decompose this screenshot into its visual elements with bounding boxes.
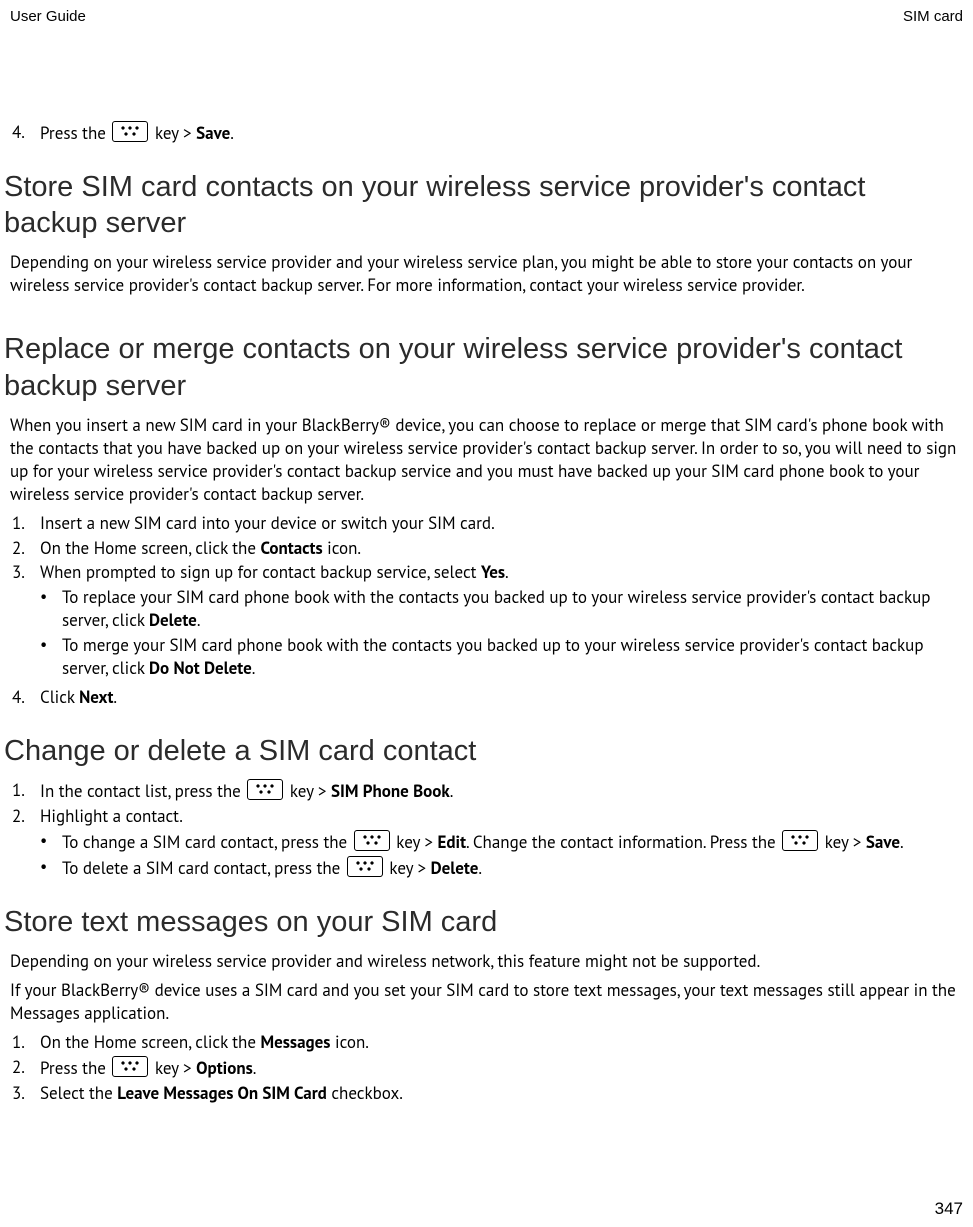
bullet-icon: • [40,830,62,852]
section-heading-store-contacts: Store SIM card contacts on your wireless… [4,169,963,242]
step-text: In the contact list, press the key > SIM… [40,779,963,803]
step-text: When prompted to sign up for contact bac… [40,561,963,584]
step-number: 1. [10,779,40,802]
step-number: 4. [10,121,40,144]
list-item: • To delete a SIM card contact, press th… [40,856,963,880]
header-right: SIM card [903,8,963,25]
list-item: • To replace your SIM card phone book wi… [40,586,963,632]
list-item: 2. Highlight a contact. [10,805,963,828]
bullet-icon: • [40,856,62,878]
section-heading-change-delete: Change or delete a SIM card contact [4,733,963,769]
step-text: On the Home screen, click the Contacts i… [40,537,963,560]
step-text: On the Home screen, click the Messages i… [40,1031,963,1054]
page-number: 347 [935,1199,963,1219]
step-number: 2. [10,537,40,560]
list-item: 1. In the contact list, press the key > … [10,779,963,803]
paragraph: When you insert a new SIM card in your B… [10,414,963,506]
steps-list: 1. Insert a new SIM card into your devic… [10,512,963,585]
menu-key-icon [112,1056,148,1077]
page-header: User Guide SIM card [10,8,963,25]
menu-key-icon [112,121,148,142]
list-item: 4. Click Next. [10,686,963,709]
list-item: 3. Select the Leave Messages On SIM Card… [10,1082,963,1105]
page: User Guide SIM card 4. Press the key > S… [0,0,973,1227]
step-text: Insert a new SIM card into your device o… [40,512,963,535]
bullet-icon: • [40,634,62,656]
step-text: Press the key > Save. [40,121,963,145]
sub-bullet-list: • To change a SIM card contact, press th… [40,830,963,880]
menu-key-icon [782,830,818,851]
step-number: 3. [10,1082,40,1105]
bullet-text: To change a SIM card contact, press the … [62,830,963,854]
step-text: Click Next. [40,686,963,709]
bullet-text: To merge your SIM card phone book with t… [62,634,963,680]
paragraph: Depending on your wireless service provi… [10,950,963,973]
section-heading-replace-merge: Replace or merge contacts on your wirele… [4,331,963,404]
bullet-text: To delete a SIM card contact, press the … [62,856,963,880]
menu-key-icon [354,830,390,851]
header-left: User Guide [10,8,86,25]
paragraph: Depending on your wireless service provi… [10,251,963,297]
bullet-text: To replace your SIM card phone book with… [62,586,963,632]
steps-list: 1. On the Home screen, click the Message… [10,1031,963,1105]
menu-key-icon [247,779,283,800]
step-number: 2. [10,1056,40,1079]
step-number: 1. [10,1031,40,1054]
step-number: 4. [10,686,40,709]
list-item: 2. On the Home screen, click the Contact… [10,537,963,560]
list-item: 1. Insert a new SIM card into your devic… [10,512,963,535]
step-number: 2. [10,805,40,828]
list-item: 4. Press the key > Save. [10,121,963,145]
step-number: 3. [10,561,40,584]
page-body: 4. Press the key > Save. Store SIM card … [10,121,963,1105]
list-item: 2. Press the key > Options. [10,1056,963,1080]
menu-key-icon [347,856,383,877]
step-text: Highlight a contact. [40,805,963,828]
step-number: 1. [10,512,40,535]
list-item: • To change a SIM card contact, press th… [40,830,963,854]
list-item: • To merge your SIM card phone book with… [40,634,963,680]
step-text: Select the Leave Messages On SIM Card ch… [40,1082,963,1105]
steps-list: 1. In the contact list, press the key > … [10,779,963,828]
bullet-icon: • [40,586,62,608]
continued-step-list: 4. Press the key > Save. [10,121,963,145]
section-heading-store-text: Store text messages on your SIM card [4,904,963,940]
list-item: 3. When prompted to sign up for contact … [10,561,963,584]
list-item: 1. On the Home screen, click the Message… [10,1031,963,1054]
steps-list-continued: 4. Click Next. [10,686,963,709]
paragraph: If your BlackBerry® device uses a SIM ca… [10,979,963,1025]
step-text: Press the key > Options. [40,1056,963,1080]
sub-bullet-list: • To replace your SIM card phone book wi… [40,586,963,680]
